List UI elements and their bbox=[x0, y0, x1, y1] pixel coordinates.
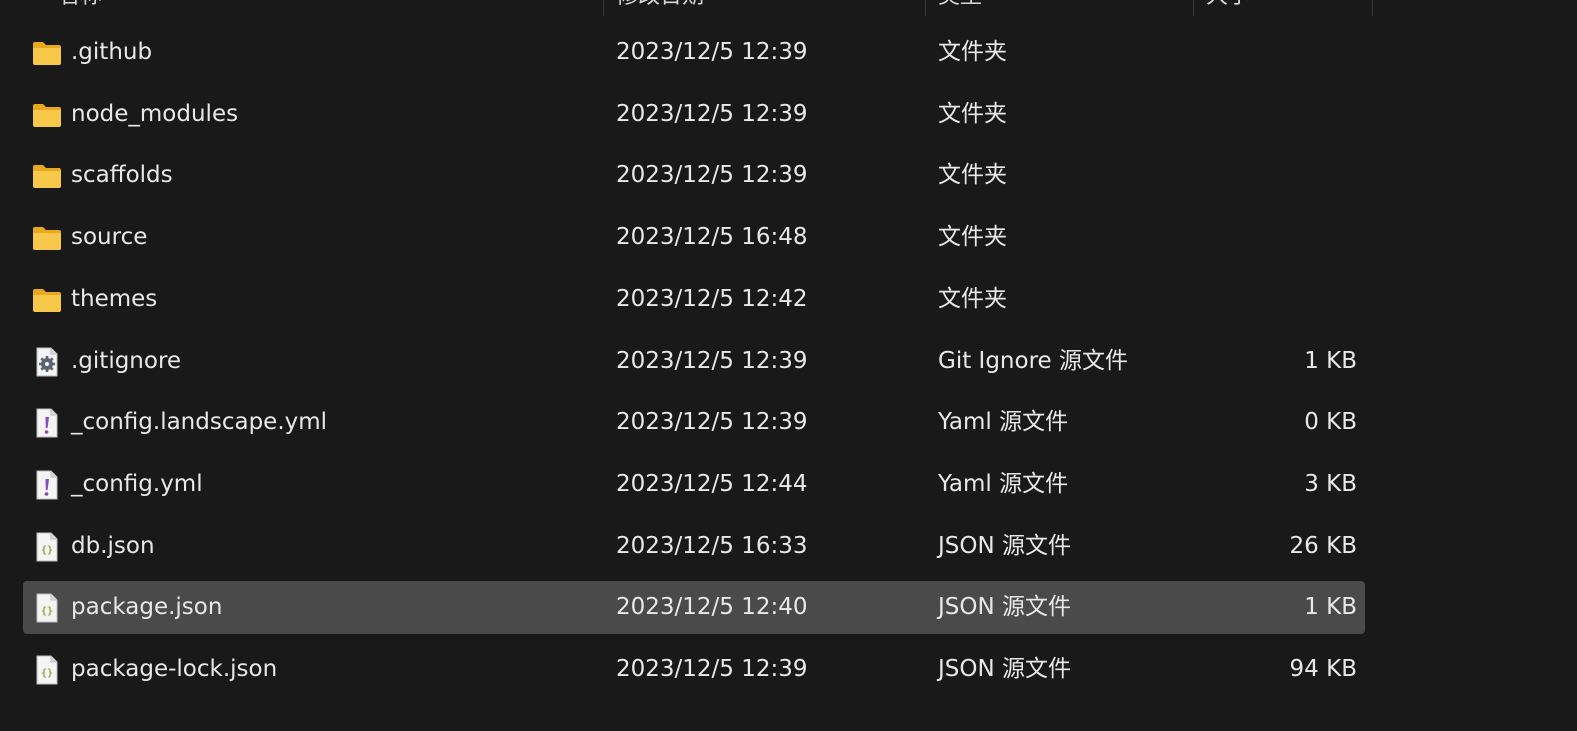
file-modified-date: 2023/12/5 12:44 bbox=[616, 470, 808, 497]
file-explorer: 名称 修改日期 类型 大小 .github2023/12/5 12:39文件夹 … bbox=[0, 0, 1577, 731]
svg-text:{}: {} bbox=[41, 606, 53, 617]
file-row[interactable]: {} package.json 2023/12/5 12:40 JSON 源文件 1 … bbox=[23, 581, 1365, 635]
file-modified-date: 2023/12/5 12:39 bbox=[616, 347, 808, 374]
file-type: JSON 源文件 bbox=[938, 656, 1072, 682]
file-row[interactable]: node_modules 2023/12/5 12:39 文件夹 bbox=[23, 88, 1365, 141]
column-header-size[interactable]: 大小 bbox=[1206, 0, 1366, 16]
svg-text:{}: {} bbox=[41, 668, 53, 679]
file-type: Git Ignore 源文件 bbox=[938, 347, 1128, 374]
file-name: _config.landscape.yml bbox=[71, 409, 328, 436]
file-row[interactable]: .gitignore 2023/12/5 12:39 Git Ignore 源文件 1… bbox=[23, 335, 1365, 388]
file-type: Yaml 源文件 bbox=[938, 470, 1069, 497]
file-size: 3 KB bbox=[1304, 470, 1357, 497]
file-size: 26 KB bbox=[1289, 532, 1357, 559]
file-type: 文件夹 bbox=[938, 39, 1007, 65]
file-modified-date: 2023/12/5 12:39 bbox=[616, 162, 808, 189]
file-row[interactable]: _config.landscape.yml 2023/12/5 12:39 Yaml… bbox=[23, 396, 1365, 449]
file-type: JSON 源文件 bbox=[938, 532, 1072, 559]
file-size: 0 KB bbox=[1304, 409, 1357, 436]
file-name: .github bbox=[71, 39, 153, 65]
column-divider[interactable] bbox=[1372, 0, 1373, 16]
file-modified-date: 2023/12/5 12:40 bbox=[616, 594, 808, 621]
file-name: package-lock.json bbox=[71, 656, 278, 682]
file-name: scaffolds bbox=[71, 162, 173, 189]
file-modified-date: 2023/12/5 16:48 bbox=[616, 224, 808, 251]
file-name: db.json bbox=[71, 532, 155, 559]
column-header-name[interactable]: 名称 bbox=[58, 0, 598, 16]
file-row[interactable]: themes 2023/12/5 12:42 文件夹 bbox=[23, 273, 1365, 326]
file-type: 文件夹 bbox=[938, 162, 1007, 189]
column-header-date[interactable]: 修改日期 bbox=[616, 0, 916, 16]
file-modified-date: 2023/12/5 16:33 bbox=[616, 532, 808, 559]
folder-icon bbox=[31, 285, 63, 315]
file-row[interactable]: scaffolds 2023/12/5 12:39 文件夹 bbox=[23, 149, 1365, 202]
file-type: 文件夹 bbox=[938, 100, 1007, 127]
column-divider[interactable] bbox=[603, 0, 604, 16]
file-type: Yaml 源文件 bbox=[938, 409, 1069, 436]
settings-file-icon bbox=[31, 347, 63, 377]
file-type: 文件夹 bbox=[938, 285, 1007, 312]
file-row[interactable]: .github 2023/12/5 12:39 文件夹 bbox=[23, 26, 1365, 79]
file-size: 94 KB bbox=[1289, 656, 1357, 682]
svg-text:{}: {} bbox=[41, 545, 53, 556]
yaml-file-icon bbox=[31, 470, 63, 500]
file-row[interactable]: {} db.json 2023/12/5 16:33 JSON 源文件 26 KB bbox=[23, 520, 1365, 573]
file-name: .gitignore bbox=[71, 347, 182, 374]
json-file-icon: {} bbox=[31, 593, 63, 623]
file-modified-date: 2023/12/5 12:39 bbox=[616, 409, 808, 436]
file-modified-date: 2023/12/5 12:42 bbox=[616, 285, 808, 312]
json-file-icon: {} bbox=[31, 655, 63, 685]
file-name: source bbox=[71, 224, 148, 251]
file-name: themes bbox=[71, 285, 158, 312]
file-name: package.json bbox=[71, 594, 223, 621]
file-modified-date: 2023/12/5 12:39 bbox=[616, 656, 808, 682]
file-row[interactable]: _config.yml 2023/12/5 12:44 Yaml 源文件 3 KB bbox=[23, 458, 1365, 511]
file-name: node_modules bbox=[71, 100, 239, 127]
file-name: _config.yml bbox=[71, 470, 203, 497]
json-file-icon: {} bbox=[31, 532, 63, 562]
folder-icon bbox=[31, 223, 63, 253]
folder-icon bbox=[31, 161, 63, 191]
file-modified-date: 2023/12/5 12:39 bbox=[616, 39, 808, 65]
file-size: 1 KB bbox=[1304, 594, 1357, 621]
file-row[interactable]: {} package-lock.json 2023/12/5 12:39 JSON … bbox=[23, 643, 1365, 696]
column-header: 名称 修改日期 类型 大小 bbox=[0, 0, 1577, 16]
column-divider[interactable] bbox=[1193, 0, 1194, 16]
folder-icon bbox=[31, 100, 63, 130]
file-modified-date: 2023/12/5 12:39 bbox=[616, 100, 808, 127]
folder-icon bbox=[31, 38, 63, 68]
file-type: 文件夹 bbox=[938, 224, 1007, 251]
yaml-file-icon bbox=[31, 408, 63, 438]
file-row[interactable]: source 2023/12/5 16:48 文件夹 bbox=[23, 211, 1365, 264]
column-divider[interactable] bbox=[925, 0, 926, 16]
file-type: JSON 源文件 bbox=[938, 594, 1072, 621]
column-header-type[interactable]: 类型 bbox=[938, 0, 1188, 16]
file-size: 1 KB bbox=[1304, 347, 1357, 374]
